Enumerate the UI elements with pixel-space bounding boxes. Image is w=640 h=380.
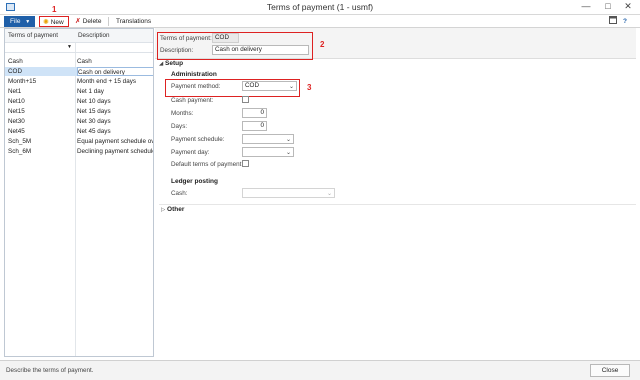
details-panel: Terms of payment: COD Description: Cash … — [155, 28, 636, 357]
cell-term: Month+15 — [8, 78, 37, 85]
status-bar: Describe the terms of payment. Close — [0, 360, 640, 380]
column-header-terms[interactable]: Terms of payment — [8, 29, 73, 43]
cell-description: Net 1 day — [77, 88, 104, 95]
annotation-number-2: 2 — [320, 40, 325, 49]
other-title: Other — [167, 206, 185, 213]
cash-label: Cash: — [171, 190, 188, 197]
cash-payment-checkbox[interactable] — [242, 96, 249, 103]
column-header-description[interactable]: Description — [78, 29, 153, 43]
cell-term: Net15 — [8, 108, 25, 115]
cell-term: Cash — [8, 58, 23, 65]
payment-schedule-select[interactable]: ⌄ — [242, 134, 294, 144]
annotation-number-1: 1 — [52, 5, 57, 14]
new-button[interactable]: ✺ New — [39, 16, 69, 27]
translations-label: Translations — [116, 18, 152, 25]
close-button[interactable]: Close — [590, 364, 630, 377]
chevron-down-icon: ⌄ — [326, 191, 332, 197]
cell-term: Sch_6M — [8, 148, 32, 155]
chevron-down-icon: ⌄ — [285, 150, 291, 156]
file-label: File — [10, 18, 21, 25]
payment-method-label: Payment method: — [171, 83, 221, 90]
filter-dropdown-icon[interactable]: ▼ — [67, 44, 72, 50]
status-text: Describe the terms of payment. — [6, 367, 94, 374]
administration-group-title: Administration — [171, 71, 217, 78]
table-row[interactable]: Net15 Net 15 days — [5, 107, 153, 116]
collapse-triangle-icon: ◢ — [159, 61, 164, 67]
payment-method-select[interactable]: COD ⌄ — [242, 81, 297, 91]
help-icon[interactable]: ? — [623, 16, 632, 27]
days-label: Days: — [171, 123, 188, 130]
ledger-posting-group-title: Ledger posting — [171, 178, 218, 185]
cell-term: Net1 — [8, 88, 22, 95]
cash-account-select: ⌄ — [242, 188, 335, 198]
toolbar-divider — [108, 17, 109, 26]
minimize-button[interactable]: — — [575, 0, 597, 14]
new-star-icon: ✺ — [43, 19, 49, 26]
layout-icon[interactable] — [609, 16, 618, 27]
cash-payment-label: Cash payment: — [171, 97, 214, 104]
payment-method-value: COD — [245, 82, 259, 89]
terms-grid: Terms of payment Description ▼ Cash Cash… — [4, 28, 154, 357]
months-field[interactable]: 0 — [242, 108, 267, 118]
cell-description[interactable]: Cash on delivery — [77, 67, 153, 76]
chevron-down-icon: ⌄ — [288, 84, 294, 90]
cell-description: Net 10 days — [77, 98, 111, 105]
expand-triangle-icon: ▷ — [161, 207, 166, 213]
setup-section-header[interactable]: ◢ Setup — [159, 60, 183, 67]
window-title: Terms of payment (1 - usmf) — [266, 2, 374, 12]
translations-button[interactable]: Translations — [116, 16, 151, 27]
new-label: New — [50, 19, 64, 26]
setup-title: Setup — [165, 60, 184, 67]
table-row[interactable]: Sch_6M Declining payment schedule — [5, 147, 154, 156]
cell-description: Equal payment schedule ove — [77, 138, 154, 145]
table-row[interactable]: Cash Cash — [5, 57, 153, 66]
cell-term: Net45 — [8, 128, 25, 135]
description-field[interactable]: Cash on delivery — [212, 45, 309, 55]
filter-row[interactable]: ▼ — [5, 43, 153, 53]
other-section-header[interactable]: ▷ Other — [161, 206, 184, 213]
terms-of-payment-field: COD — [212, 33, 239, 43]
cell-description: Net 30 days — [77, 118, 111, 125]
payment-day-label: Payment day: — [171, 149, 210, 156]
default-terms-checkbox[interactable] — [242, 160, 249, 167]
maximize-button[interactable]: □ — [597, 0, 619, 14]
terms-of-payment-label: Terms of payment: — [160, 35, 212, 42]
cell-description: Net 45 days — [77, 128, 111, 135]
cell-description: Net 15 days — [77, 108, 111, 115]
title-bar: Terms of payment (1 - usmf) — □ ✕ — [0, 0, 640, 15]
cell-description: Month end + 15 days — [77, 78, 136, 85]
delete-button[interactable]: ✗ Delete — [75, 16, 101, 27]
table-row[interactable]: Month+15 Month end + 15 days — [5, 77, 153, 86]
table-row[interactable]: Net45 Net 45 days — [5, 127, 153, 136]
cell-term: Sch_5M — [8, 138, 32, 145]
delete-icon: ✗ — [75, 18, 81, 25]
payment-day-select[interactable]: ⌄ — [242, 147, 294, 157]
payment-schedule-label: Payment schedule: — [171, 136, 225, 143]
section-divider — [159, 204, 636, 205]
cell-description: Cash — [77, 58, 92, 65]
table-row[interactable]: Sch_5M Equal payment schedule ove — [5, 137, 154, 146]
months-label: Months: — [171, 110, 194, 117]
close-window-button[interactable]: ✕ — [617, 0, 639, 14]
cell-term: Net10 — [8, 98, 25, 105]
cell-term: Net30 — [8, 118, 25, 125]
cell-term: COD — [8, 68, 22, 75]
table-row[interactable]: Net1 Net 1 day — [5, 87, 153, 96]
cell-description: Declining payment schedule — [77, 148, 154, 155]
chevron-down-icon: ⌄ — [285, 137, 291, 143]
file-menu-button[interactable]: File ▼ — [4, 16, 35, 27]
action-pane: File ▼ ✺ New ✗ Delete Translations ? — [0, 15, 640, 28]
days-field[interactable]: 0 — [242, 121, 267, 131]
annotation-number-3: 3 — [307, 83, 312, 92]
table-row[interactable]: Net30 Net 30 days — [5, 117, 153, 126]
default-terms-label: Default terms of payment: — [171, 161, 244, 168]
chevron-down-icon: ▼ — [25, 19, 31, 25]
table-row[interactable]: Net10 Net 10 days — [5, 97, 153, 106]
description-label: Description: — [160, 47, 194, 54]
table-row-selected[interactable]: COD Cash on delivery — [5, 67, 153, 76]
delete-label: Delete — [82, 18, 102, 25]
